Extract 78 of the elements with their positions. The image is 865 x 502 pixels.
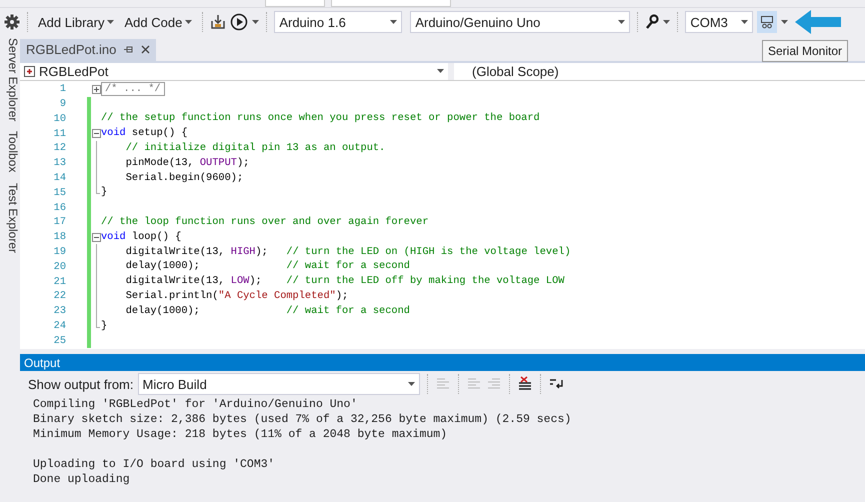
collapse-icon[interactable]: [92, 232, 100, 242]
caret-icon: [390, 20, 398, 24]
side-tab[interactable]: Test Explorer: [0, 182, 20, 253]
toolbar-menu-button[interactable]: Add Code: [121, 12, 196, 32]
panel-title: Output: [20, 354, 865, 371]
code-line: // the setup function runs once when you press reset or power the board: [101, 111, 540, 126]
code-line: digitalWrite(13, HIGH); // turn the LED on (HIGH is the voltage level): [124, 244, 571, 260]
toolbar-menu-button[interactable]: Add Library: [35, 12, 118, 32]
scope-dropdown[interactable]: (Global Scope): [454, 62, 754, 80]
caret-icon: [781, 20, 788, 24]
line-number: 1: [58, 83, 66, 96]
line-number: 17: [52, 216, 66, 228]
code-line: Serial.println("A Cycle Completed");: [124, 288, 348, 304]
caret-icon: [107, 20, 114, 24]
field-label: Show output from:: [28, 376, 134, 392]
search-icon[interactable]: [645, 14, 660, 30]
line-number: 21: [52, 276, 66, 288]
line-number: 23: [52, 305, 66, 318]
code-line: }: [101, 318, 108, 334]
line-number: 24: [52, 320, 66, 332]
line-number: 10: [52, 112, 66, 125]
fold-end-line: [96, 318, 100, 328]
code-line: void loop() {: [101, 230, 182, 245]
output-line: Uploading to I/O board using 'COM3': [33, 457, 276, 472]
version-dropdown[interactable]: Arduino 1.6: [274, 11, 402, 33]
caret-icon: [185, 20, 192, 24]
code-line: delay(1000); // wait for a second: [124, 259, 410, 274]
code-line: Serial.begin(9600);: [124, 170, 244, 186]
caret-icon: [408, 382, 414, 386]
code-line: void setup() {: [101, 126, 188, 141]
tooltip: Serial Monitor: [762, 40, 848, 62]
code-line: // initialize digital pin 13 as an output.: [124, 140, 386, 156]
code-line: digitalWrite(13, LOW); // turn the LED off by making the voltage LOW: [124, 274, 564, 289]
upload-icon[interactable]: [210, 14, 226, 30]
clear-all-icon[interactable]: [516, 376, 532, 392]
code-line: pinMode(13, OUTPUT);: [124, 156, 250, 171]
close-icon[interactable]: [141, 45, 150, 54]
settings-icon[interactable]: [4, 14, 20, 30]
monitor-icon: [760, 15, 774, 29]
line-number: 22: [52, 290, 66, 302]
caret-icon: [252, 20, 260, 24]
line-number: 15: [52, 186, 66, 199]
output-line: Minimum Memory Usage: 218 bytes (11% of a 2048 byte maximum): [33, 427, 448, 442]
output-line: Done uploading: [33, 472, 131, 487]
output-line: Binary sketch size: 2,386 bytes (used 7% of a 32,256 byte maximum) (2.59 secs): [33, 412, 572, 427]
board-dropdown[interactable]: Arduino/Genuino Uno: [410, 11, 630, 33]
line-number: 14: [52, 172, 66, 184]
output-source-dropdown[interactable]: Micro Build: [138, 373, 420, 395]
collapse-icon[interactable]: [92, 129, 100, 138]
project-icon: [24, 66, 35, 77]
pin-icon[interactable]: [124, 45, 134, 54]
line-number: 13: [52, 157, 66, 170]
line-number: 12: [52, 142, 66, 154]
output-line: Compiling 'RGBLedPot' for 'Arduino/Genuino Uno': [33, 397, 358, 412]
serial-monitor-button[interactable]: [757, 11, 778, 33]
fold-end-line: [96, 185, 100, 194]
caret-icon: [663, 20, 670, 24]
line-number: 20: [52, 260, 66, 273]
line-number: 9: [58, 98, 66, 110]
line-number: 19: [52, 246, 66, 258]
line-number: 25: [52, 334, 66, 347]
expand-icon[interactable]: [92, 84, 100, 94]
line-number: 11: [52, 128, 66, 140]
code-line: delay(1000); // wait for a second: [124, 304, 410, 318]
code-line: // the loop function runs over and over again forever: [101, 214, 428, 230]
arrow-icon: [795, 10, 841, 34]
code-line: }: [101, 185, 108, 200]
caret-icon: [437, 69, 444, 74]
play-icon[interactable]: [230, 13, 248, 31]
document-tab[interactable]: RGBLedPot.ino: [20, 39, 156, 61]
line-number: 16: [52, 202, 66, 214]
side-tab[interactable]: Server Explorer: [0, 38, 20, 122]
caret-icon: [741, 20, 748, 24]
collapsed-region[interactable]: /* ... */: [101, 82, 165, 96]
line-number: 18: [52, 231, 66, 244]
caret-icon: [618, 20, 626, 24]
port-dropdown[interactable]: COM3: [685, 11, 754, 33]
side-tab[interactable]: Toolbox: [0, 131, 20, 173]
